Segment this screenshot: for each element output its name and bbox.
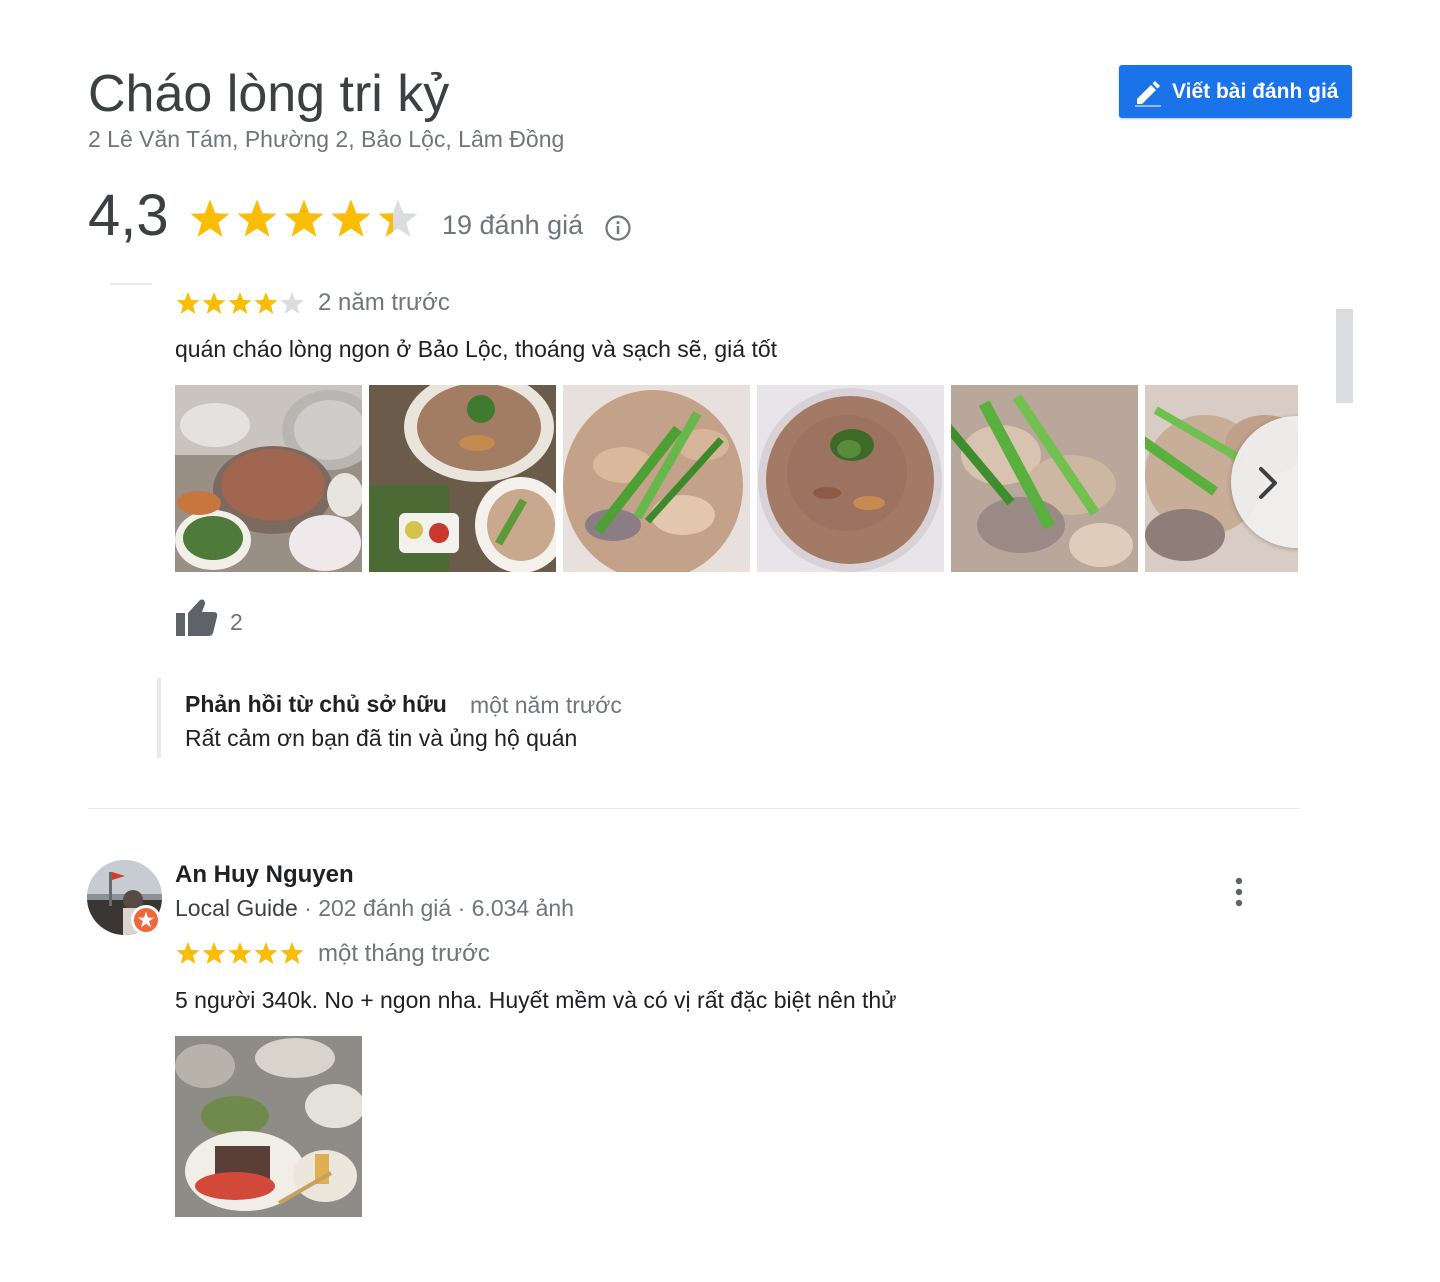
review-time: 2 năm trước bbox=[318, 289, 450, 316]
write-review-label: Viết bài đánh giá bbox=[1172, 79, 1339, 103]
review-divider bbox=[88, 808, 1300, 809]
owner-response-bar bbox=[157, 678, 161, 758]
star-full-icon bbox=[190, 199, 230, 237]
local-guide-label: Local Guide bbox=[175, 895, 298, 921]
star-empty-icon bbox=[280, 292, 304, 314]
review-stars bbox=[175, 290, 304, 321]
star-full-icon bbox=[254, 942, 278, 964]
star-full-icon bbox=[228, 942, 252, 964]
review-photo[interactable] bbox=[175, 385, 362, 572]
reviewer-name[interactable]: An Huy Nguyen bbox=[175, 861, 354, 889]
star-full-icon bbox=[202, 292, 226, 314]
place-address: 2 Lê Văn Tám, Phường 2, Bảo Lộc, Lâm Đồn… bbox=[88, 126, 565, 152]
write-review-button[interactable]: Viết bài đánh giá bbox=[1119, 65, 1352, 118]
review-photo[interactable] bbox=[563, 385, 750, 572]
review-count[interactable]: 19 đánh giá bbox=[442, 210, 583, 241]
like-count: 2 bbox=[230, 609, 243, 635]
review-time: một tháng trước bbox=[318, 940, 490, 967]
local-guide-badge-icon bbox=[131, 905, 161, 935]
star-full-icon bbox=[176, 942, 200, 964]
review-photo[interactable] bbox=[951, 385, 1138, 572]
average-rating: 4,3 bbox=[88, 183, 169, 248]
star-full-icon bbox=[254, 292, 278, 314]
review-photo-strip bbox=[175, 385, 1299, 572]
review-text: 5 người 340k. No + ngon nha. Huyết mềm v… bbox=[175, 987, 897, 1013]
strip-overflow-mask bbox=[1298, 380, 1440, 580]
info-icon[interactable] bbox=[604, 214, 632, 247]
review-stars bbox=[175, 940, 307, 971]
owner-response-time: một năm trước bbox=[470, 692, 622, 718]
reviewer-stats: · 202 đánh giá · 6.034 ảnh bbox=[297, 895, 574, 921]
chevron-right-icon bbox=[1259, 467, 1277, 499]
place-title: Cháo lòng tri kỷ bbox=[88, 65, 450, 123]
star-full-icon bbox=[228, 292, 252, 314]
more-options-icon[interactable] bbox=[1227, 874, 1251, 910]
star-full-icon bbox=[237, 199, 277, 237]
review-photo[interactable] bbox=[369, 385, 556, 572]
pencil-icon bbox=[1135, 80, 1161, 107]
star-full-icon bbox=[331, 199, 371, 237]
clipped-avatar-edge bbox=[110, 283, 152, 285]
average-rating-stars bbox=[190, 194, 422, 247]
review-photo[interactable] bbox=[757, 385, 944, 572]
owner-response-label: Phản hồi từ chủ sở hữu bbox=[185, 691, 447, 717]
star-full-icon bbox=[202, 942, 226, 964]
star-full-icon bbox=[284, 199, 324, 237]
reviewer-meta: Local Guide · 202 đánh giá · 6.034 ảnh bbox=[175, 895, 574, 922]
owner-response-text: Rất cảm ơn bạn đã tin và ủng hộ quán bbox=[185, 725, 578, 751]
star-full-icon bbox=[280, 942, 304, 964]
review-text: quán cháo lòng ngon ở Bảo Lộc, thoáng và… bbox=[175, 336, 778, 362]
review-photo[interactable] bbox=[175, 1036, 362, 1217]
scrollbar[interactable] bbox=[1336, 309, 1353, 403]
star-full-icon bbox=[176, 292, 200, 314]
star-partial-icon bbox=[378, 199, 418, 237]
thumbs-up-icon[interactable] bbox=[175, 598, 219, 643]
